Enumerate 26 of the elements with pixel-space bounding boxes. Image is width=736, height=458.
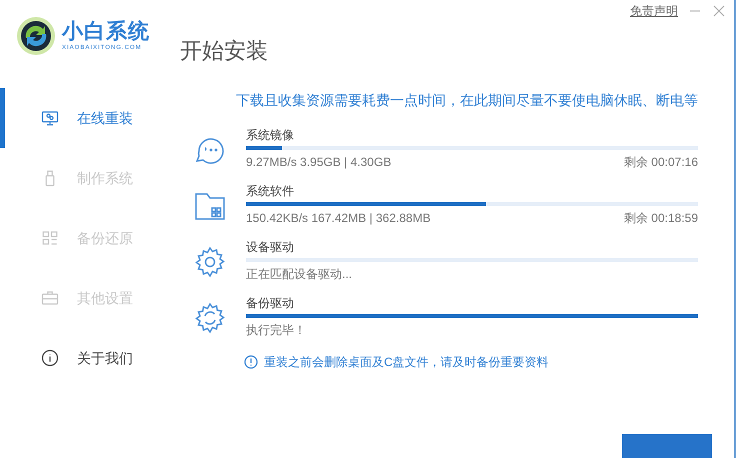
warning-text: 重装之前会删除桌面及C盘文件，请及时备份重要资料 [264,354,549,371]
task-status: 执行完毕！ [246,322,306,338]
app-logo-icon [16,16,56,56]
monitor-icon [41,109,59,127]
task-status: 9.27MB/s 3.95GB | 4.30GB [246,154,392,170]
window-title: 开始安装 [180,37,268,65]
remaining-time: 剩余 00:07:16 [624,154,698,170]
sidebar-item[interactable]: 在线重装 [0,88,180,148]
grid-icon [41,229,59,247]
task-name: 系统软件 [246,183,295,199]
app-name: 小白系统 [62,20,150,44]
task-name: 备份驱动 [246,295,295,311]
gear-icon [193,245,227,279]
disclaimer-link[interactable]: 免责声明 [630,2,678,20]
task-status: 150.42KB/s 167.42MB | 362.88MB [246,210,431,226]
remaining-time: 剩余 00:18:59 [624,210,698,226]
briefcase-icon [41,289,59,307]
task-name: 系统镜像 [246,127,295,143]
task-name: 设备驱动 [246,239,295,255]
info-icon [41,349,59,367]
close-icon[interactable] [712,4,726,18]
gear-sync-icon [193,301,227,335]
sidebar-item[interactable]: 关于我们 [0,328,180,388]
task-status: 正在匹配设备驱动... [246,266,352,282]
warning-icon [244,355,258,369]
notice-text: 下载且收集资源需要耗费一点时间，在此期间尽量不要使电脑休眠、断电等 [235,91,698,110]
